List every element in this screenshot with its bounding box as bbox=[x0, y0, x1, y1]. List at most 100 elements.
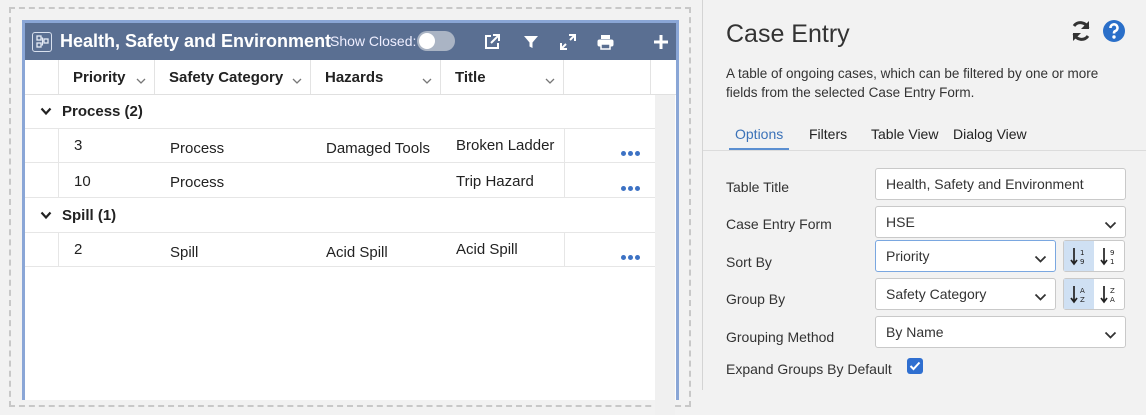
svg-text:A: A bbox=[1110, 296, 1115, 304]
chevron-down-icon[interactable] bbox=[40, 207, 52, 224]
table-row[interactable]: 3 Process Damaged Tools Broken Ladder bbox=[25, 128, 655, 163]
table-row[interactable]: 2 Spill Acid Spill Acid Spill bbox=[25, 232, 655, 267]
widget-logo-icon bbox=[32, 31, 52, 52]
column-header-priority[interactable]: Priority bbox=[59, 60, 155, 94]
cell-priority: 2 bbox=[74, 241, 83, 258]
column-header-hazards[interactable]: Hazards bbox=[311, 60, 441, 94]
group-label: Spill (1) bbox=[62, 206, 117, 224]
group-row-process[interactable]: Process (2) bbox=[25, 94, 655, 129]
help-icon[interactable] bbox=[1102, 19, 1126, 43]
cell-divider bbox=[58, 128, 59, 162]
cell-divider bbox=[564, 128, 565, 162]
dashboard-canvas: Health, Safety and Environment Show Clos… bbox=[0, 0, 700, 415]
chevron-down-icon[interactable] bbox=[292, 72, 302, 89]
column-header-safety-category[interactable]: Safety Category bbox=[155, 60, 311, 94]
table-title-value: Health, Safety and Environment bbox=[886, 176, 1084, 192]
external-link-icon[interactable] bbox=[481, 31, 503, 53]
refresh-icon[interactable] bbox=[1069, 19, 1093, 43]
group-row-spill[interactable]: Spill (1) bbox=[25, 198, 655, 233]
properties-panel: Case Entry A table of ongoing cases, whi… bbox=[702, 0, 1146, 390]
more-options-icon[interactable] bbox=[621, 143, 642, 160]
expand-groups-label: Expand Groups By Default bbox=[726, 361, 892, 377]
sort-by-label: Sort By bbox=[726, 254, 772, 270]
svg-text:9: 9 bbox=[1080, 258, 1084, 266]
chevron-down-icon[interactable] bbox=[40, 103, 52, 120]
sort-descending-alpha-icon[interactable]: ZA bbox=[1094, 279, 1124, 309]
group-label: Process (2) bbox=[62, 102, 143, 120]
cell-divider bbox=[58, 163, 59, 197]
chevron-down-icon[interactable] bbox=[545, 72, 555, 89]
svg-text:Z: Z bbox=[1080, 296, 1085, 304]
cell-divider bbox=[564, 163, 565, 197]
group-by-select[interactable]: Safety Category bbox=[875, 278, 1056, 310]
cell-priority: 3 bbox=[74, 137, 83, 154]
cell-category: Process bbox=[170, 140, 225, 157]
chevron-down-icon[interactable] bbox=[422, 72, 432, 89]
svg-text:1: 1 bbox=[1110, 258, 1114, 266]
table-title-label: Table Title bbox=[726, 179, 790, 195]
svg-text:9: 9 bbox=[1110, 249, 1114, 257]
show-closed-label: Show Closed: bbox=[330, 33, 417, 49]
tab-filters[interactable]: Filters bbox=[809, 126, 847, 142]
column-label: Title bbox=[455, 68, 486, 86]
table-row[interactable]: 10 Process Trip Hazard bbox=[25, 163, 655, 198]
group-by-label: Group By bbox=[726, 291, 786, 307]
table-title-input[interactable]: Health, Safety and Environment bbox=[875, 168, 1126, 200]
header-actions bbox=[564, 60, 651, 94]
filter-icon[interactable] bbox=[520, 31, 542, 53]
grouping-method-value: By Name bbox=[886, 324, 944, 340]
sort-ascending-numeric-icon[interactable]: 19 bbox=[1064, 241, 1094, 271]
cell-title: Trip Hazard bbox=[456, 173, 534, 190]
svg-text:A: A bbox=[1080, 287, 1085, 295]
panel-title: Case Entry bbox=[726, 20, 850, 48]
chevron-down-icon[interactable] bbox=[136, 72, 146, 89]
grouping-method-label: Grouping Method bbox=[726, 329, 835, 345]
cell-category: Process bbox=[170, 174, 225, 191]
svg-text:Z: Z bbox=[1110, 287, 1115, 295]
table-header: Priority Safety Category Hazards Title bbox=[25, 60, 676, 95]
cell-title: Acid Spill bbox=[456, 241, 518, 258]
case-entry-form-value: HSE bbox=[886, 214, 915, 230]
group-direction-buttons: AZ ZA bbox=[1063, 278, 1125, 310]
cell-divider bbox=[564, 232, 565, 266]
expand-groups-checkbox[interactable] bbox=[907, 358, 923, 374]
case-entry-widget[interactable]: Health, Safety and Environment Show Clos… bbox=[22, 20, 679, 415]
chevron-down-icon bbox=[1034, 251, 1047, 267]
tabs-divider bbox=[703, 150, 1146, 151]
cell-category: Spill bbox=[170, 244, 199, 261]
sort-by-select[interactable]: Priority bbox=[875, 240, 1056, 272]
header-spacer bbox=[25, 60, 59, 94]
cell-divider bbox=[58, 232, 59, 266]
cell-title: Broken Ladder bbox=[456, 137, 555, 154]
tab-dialog-view[interactable]: Dialog View bbox=[953, 126, 1027, 142]
more-options-icon[interactable] bbox=[621, 178, 642, 195]
vertical-scrollbar[interactable] bbox=[655, 95, 675, 415]
sort-direction-buttons: 19 91 bbox=[1063, 240, 1125, 272]
print-icon[interactable] bbox=[594, 31, 616, 53]
column-label: Hazards bbox=[325, 68, 384, 86]
expand-icon[interactable] bbox=[557, 31, 579, 53]
case-entry-form-label: Case Entry Form bbox=[726, 216, 832, 232]
column-header-title[interactable]: Title bbox=[441, 60, 564, 94]
column-label: Priority bbox=[73, 68, 126, 86]
sort-ascending-alpha-icon[interactable]: AZ bbox=[1064, 279, 1094, 309]
grouping-method-select[interactable]: By Name bbox=[875, 316, 1126, 348]
widget-title: Health, Safety and Environment bbox=[60, 31, 332, 51]
toggle-knob bbox=[419, 33, 435, 49]
cell-hazards: Acid Spill bbox=[326, 244, 388, 261]
cell-priority: 10 bbox=[74, 173, 91, 190]
panel-description: A table of ongoing cases, which can be f… bbox=[726, 66, 1099, 100]
tab-table-view[interactable]: Table View bbox=[871, 126, 938, 142]
cell-hazards: Damaged Tools bbox=[326, 140, 430, 157]
sort-descending-numeric-icon[interactable]: 91 bbox=[1094, 241, 1124, 271]
add-icon[interactable] bbox=[650, 31, 672, 53]
column-label: Safety Category bbox=[169, 68, 284, 86]
show-closed-toggle[interactable] bbox=[417, 31, 455, 51]
chevron-down-icon bbox=[1034, 289, 1047, 305]
svg-text:1: 1 bbox=[1080, 249, 1084, 257]
widget-header: Health, Safety and Environment Show Clos… bbox=[25, 23, 676, 60]
case-entry-form-select[interactable]: HSE bbox=[875, 206, 1126, 238]
more-options-icon[interactable] bbox=[621, 247, 642, 264]
tab-options[interactable]: Options bbox=[728, 126, 790, 150]
group-by-value: Safety Category bbox=[886, 286, 987, 302]
